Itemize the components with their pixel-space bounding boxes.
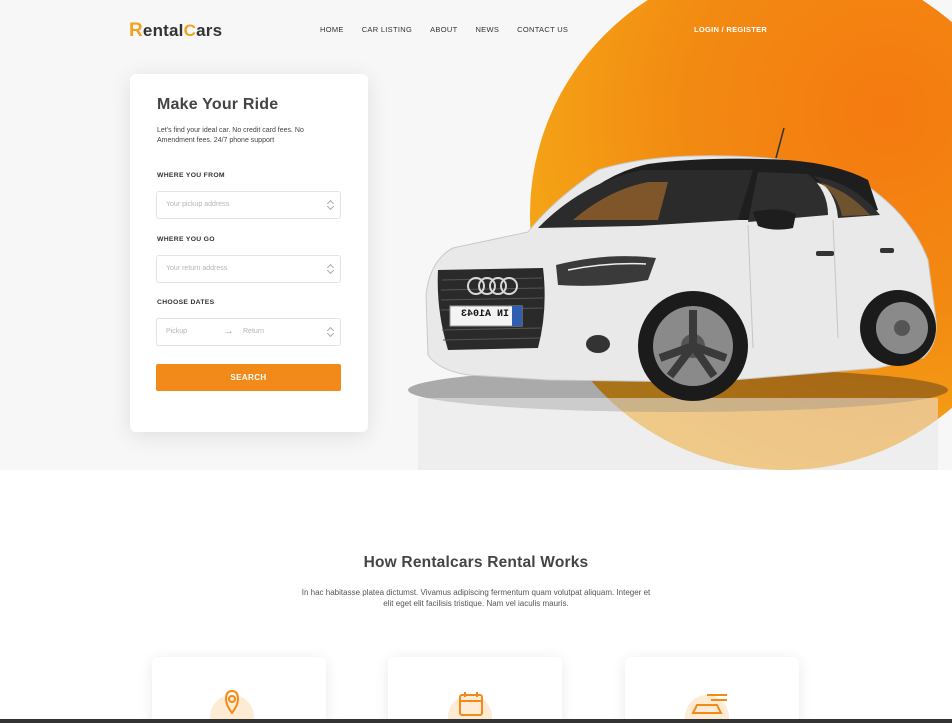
step-card-location[interactable] [152, 657, 326, 723]
nav-contact-us[interactable]: CONTACT US [517, 25, 568, 34]
main-nav: HOME CAR LISTING ABOUT NEWS CONTACT US [320, 25, 586, 34]
car-image: IN A1043 [408, 120, 948, 470]
return-address-field[interactable]: Your return address [156, 255, 341, 283]
date-range-field[interactable]: Pickup → Return [156, 318, 341, 346]
how-it-works-description: In hac habitasse platea dictumst. Vivamu… [301, 588, 651, 608]
nav-home[interactable]: HOME [320, 25, 344, 34]
chevron-updown-icon [327, 199, 334, 211]
form-intro: Let's find your ideal car. No credit car… [157, 127, 304, 144]
calendar-icon [448, 692, 492, 723]
dates-label: CHOOSE DATES [157, 299, 215, 306]
site-logo[interactable]: RentalCars [129, 20, 222, 42]
nav-news[interactable]: NEWS [475, 25, 499, 34]
search-button[interactable]: SEARCH [156, 364, 341, 391]
step-card-car[interactable] [625, 657, 799, 723]
form-title: Make Your Ride [157, 96, 279, 113]
from-label: WHERE YOU FROM [157, 172, 225, 179]
license-plate: IN A1043 [461, 309, 510, 320]
chevron-updown-icon [327, 263, 334, 275]
to-label: WHERE YOU GO [157, 236, 215, 243]
location-pin-icon [210, 689, 254, 723]
nav-car-listing[interactable]: CAR LISTING [362, 25, 412, 34]
car-icon [685, 694, 729, 723]
bottom-edge-bar [0, 719, 952, 723]
pickup-date-placeholder: Pickup [166, 328, 188, 335]
pickup-address-placeholder: Your pickup address [166, 201, 230, 208]
chevron-updown-icon [327, 326, 334, 338]
arrow-right-icon: → [223, 325, 234, 337]
login-register-link[interactable]: LOGIN / REGISTER [694, 25, 767, 34]
nav-about[interactable]: ABOUT [430, 25, 457, 34]
pickup-address-field[interactable]: Your pickup address [156, 191, 341, 219]
return-address-placeholder: Your return address [166, 265, 228, 272]
booking-form-card: Make Your Ride Let's find your ideal car… [130, 74, 368, 432]
how-it-works-title: How Rentalcars Rental Works [363, 554, 589, 571]
step-card-calendar[interactable] [388, 657, 562, 723]
return-date-placeholder: Return [243, 328, 265, 335]
